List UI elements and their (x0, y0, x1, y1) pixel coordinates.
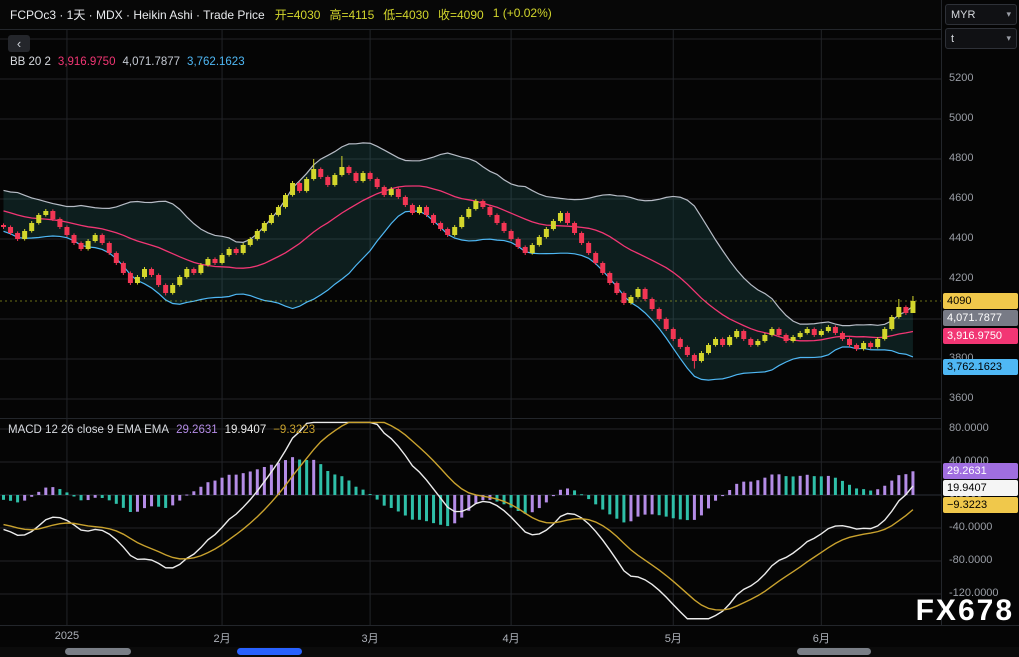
candle (614, 281, 619, 295)
pane-divider[interactable] (0, 418, 941, 419)
back-button[interactable]: ‹ (8, 35, 30, 52)
time-axis[interactable]: 2025 2月 3月 4月 5月 6月 (0, 625, 1019, 647)
scale-tick: 80.0000 (949, 422, 989, 434)
candle (896, 299, 901, 319)
macd-label: −9.3223 (943, 497, 1018, 513)
price-chart-pane[interactable] (0, 30, 941, 418)
candle (72, 233, 77, 245)
macd-line-value: 19.9407 (225, 424, 267, 436)
candle (107, 241, 112, 255)
candle (283, 193, 288, 209)
price-label: 3,916.9750 (943, 328, 1018, 344)
macd-legend-title: MACD 12 26 close 9 EMA EMA (8, 424, 169, 436)
scale-tick: 4600 (949, 192, 973, 204)
candle (332, 173, 337, 187)
macd-label: 19.9407 (943, 480, 1018, 496)
candle (643, 287, 648, 301)
candle (459, 215, 464, 229)
scale-tick: -80.0000 (949, 554, 992, 566)
candle (410, 203, 415, 215)
trading-chart-app: FCPOc3 · 1天 · MDX · Heikin Ashi · Trade … (0, 0, 1019, 657)
candle (114, 251, 119, 265)
scale-tick: 4200 (949, 272, 973, 284)
ohlc-change: 1 (+0.02%) (493, 6, 552, 23)
time-axis-label: 6月 (813, 630, 830, 646)
scale-tick: 3600 (949, 392, 973, 404)
candle (255, 229, 260, 241)
candle (121, 261, 126, 275)
candle (889, 315, 894, 331)
bollinger-bands (4, 143, 913, 380)
currency-dropdown[interactable]: MYR ▾ (945, 4, 1017, 25)
time-axis-label: 2月 (213, 630, 230, 646)
time-axis-label: 5月 (665, 630, 682, 646)
candle (156, 273, 161, 287)
candle (650, 297, 655, 311)
bb-lower-value: 3,762.1623 (187, 56, 245, 68)
price-label: 4090 (943, 293, 1018, 309)
macd-indicator-legend[interactable]: MACD 12 26 close 9 EMA EMA 29.2631 19.94… (8, 424, 315, 436)
time-axis-label: 4月 (503, 630, 520, 646)
scale-tick: -40.0000 (949, 521, 992, 533)
macd-signal-value: −9.3223 (273, 424, 315, 436)
chart-header: FCPOc3 · 1天 · MDX · Heikin Ashi · Trade … (0, 0, 941, 30)
ohlc-open: 开=4030 (275, 6, 321, 23)
ohlc-low: 低=4030 (383, 6, 429, 23)
macd-histogram (2, 457, 914, 526)
scale-tick: 4800 (949, 152, 973, 164)
scale-tick: 5000 (949, 112, 973, 124)
time-axis-label: 3月 (362, 630, 379, 646)
symbol-title[interactable]: FCPOc3 · 1天 · MDX · Heikin Ashi · Trade … (10, 6, 265, 23)
candle (262, 221, 267, 233)
candle (269, 213, 274, 225)
bb-upper-value: 4,071.7877 (122, 56, 180, 68)
candle (311, 159, 316, 181)
candle (657, 307, 662, 321)
chevron-down-icon: ▾ (1006, 9, 1011, 20)
candle (882, 327, 887, 341)
scale-tick: 4400 (949, 232, 973, 244)
ohlc-readout: 开=4030 高=4115 低=4030 收=4090 1 (+0.02%) (275, 6, 552, 23)
candle (607, 271, 612, 285)
price-label: 3,762.1623 (943, 359, 1018, 375)
ohlc-close: 收=4090 (438, 6, 484, 23)
scrollbar-segment-left[interactable] (65, 648, 131, 655)
unit-dropdown[interactable]: t ▾ (945, 28, 1017, 49)
scrollbar-segment-right[interactable] (797, 648, 871, 655)
macd-pane[interactable] (0, 418, 941, 625)
macd-signal-line (4, 422, 913, 610)
candle (671, 327, 676, 341)
candle (290, 181, 295, 197)
macd-label: 29.2631 (943, 463, 1018, 479)
candle (304, 177, 309, 193)
candle (565, 211, 570, 225)
candle (910, 296, 915, 313)
ohlc-high: 高=4115 (329, 6, 374, 23)
bb-indicator-legend[interactable]: BB 20 2 3,916.9750 4,071.7877 3,762.1623 (10, 56, 245, 68)
candle (664, 317, 669, 331)
macd-line (4, 422, 913, 618)
chevron-down-icon: ▾ (1006, 33, 1011, 44)
candle (579, 231, 584, 245)
macd-histogram-value: 29.2631 (176, 424, 218, 436)
unit-dropdown-value: t (951, 33, 954, 45)
scrollbar-thumb[interactable] (237, 648, 302, 655)
time-axis-label: 2025 (55, 630, 79, 642)
currency-dropdown-value: MYR (951, 9, 975, 21)
price-label: 4,071.7877 (943, 310, 1018, 326)
candle (572, 221, 577, 235)
horizontal-scrollbar[interactable] (0, 647, 1019, 657)
fx678-watermark: FX678 (916, 594, 1014, 628)
bb-basis-value: 3,916.9750 (58, 56, 116, 68)
price-scale-axis[interactable]: MYR ▾ t ▾ 520050004800460044004200400038… (941, 0, 1019, 625)
candle (128, 271, 133, 285)
candle (593, 251, 598, 265)
scale-tick: 5200 (949, 72, 973, 84)
candle (621, 291, 626, 305)
macd-grid (0, 418, 941, 625)
candle (600, 261, 605, 275)
bb-legend-title: BB 20 2 (10, 56, 51, 68)
candle (586, 241, 591, 255)
